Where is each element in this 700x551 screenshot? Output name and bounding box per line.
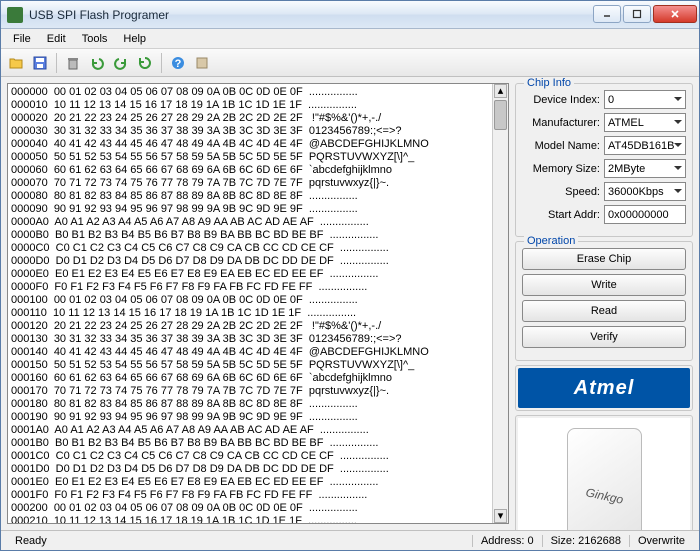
toolbar: ? [1, 49, 699, 77]
device-image: Ginkgo [515, 415, 693, 530]
write-button[interactable]: Write [522, 274, 686, 296]
speed-select[interactable]: 36000Kbps [604, 182, 686, 201]
scroll-down-icon[interactable]: ▾ [494, 509, 507, 523]
status-overwrite: Overwrite [629, 535, 693, 547]
about-icon[interactable] [191, 52, 213, 74]
close-button[interactable] [653, 5, 697, 23]
redo-icon[interactable] [110, 52, 132, 74]
device-index-select[interactable]: 0 [604, 90, 686, 109]
hex-rows[interactable]: 000000 00 01 02 03 04 05 06 07 08 09 0A … [11, 86, 505, 524]
manufacturer-select[interactable]: ATMEL [604, 113, 686, 132]
scroll-thumb[interactable] [494, 100, 507, 130]
erase-button[interactable]: Erase Chip [522, 248, 686, 270]
menu-file[interactable]: File [5, 31, 39, 47]
app-icon [7, 7, 23, 23]
memory-select[interactable]: 2MByte [604, 159, 686, 178]
status-address: Address: 0 [472, 535, 542, 547]
side-panel: Chip Info Device Index:0 Manufacturer:AT… [515, 83, 693, 524]
operation-group: Operation Erase Chip Write Read Verify [515, 241, 693, 361]
statusbar: Ready Address: 0 Size: 2162688 Overwrite [1, 530, 699, 550]
verify-button[interactable]: Verify [522, 326, 686, 348]
menu-help[interactable]: Help [115, 31, 154, 47]
help-icon[interactable]: ? [167, 52, 189, 74]
svg-text:?: ? [175, 58, 182, 70]
open-icon[interactable] [5, 52, 27, 74]
titlebar[interactable]: USB SPI Flash Programer [1, 1, 699, 29]
scroll-up-icon[interactable]: ▴ [494, 84, 507, 98]
manufacturer-logo: Atmel [515, 365, 693, 411]
undo-icon[interactable] [86, 52, 108, 74]
window-title: USB SPI Flash Programer [29, 8, 591, 22]
minimize-button[interactable] [593, 5, 621, 23]
delete-icon[interactable] [62, 52, 84, 74]
chip-info-group: Chip Info Device Index:0 Manufacturer:AT… [515, 83, 693, 237]
app-window: USB SPI Flash Programer File Edit Tools … [0, 0, 700, 551]
read-button[interactable]: Read [522, 300, 686, 322]
maximize-button[interactable] [623, 5, 651, 23]
status-ready: Ready [7, 535, 472, 547]
hex-editor[interactable]: 000000 00 01 02 03 04 05 06 07 08 09 0A … [7, 83, 509, 524]
operation-heading: Operation [524, 235, 578, 247]
menu-tools[interactable]: Tools [74, 31, 116, 47]
refresh-icon[interactable] [134, 52, 156, 74]
status-size: Size: 2162688 [542, 535, 629, 547]
scrollbar[interactable]: ▴ ▾ [492, 84, 508, 523]
chip-info-heading: Chip Info [524, 77, 574, 89]
model-select[interactable]: AT45DB161B [604, 136, 686, 155]
save-icon[interactable] [29, 52, 51, 74]
start-addr-input[interactable]: 0x00000000 [604, 205, 686, 224]
menubar: File Edit Tools Help [1, 29, 699, 49]
menu-edit[interactable]: Edit [39, 31, 74, 47]
